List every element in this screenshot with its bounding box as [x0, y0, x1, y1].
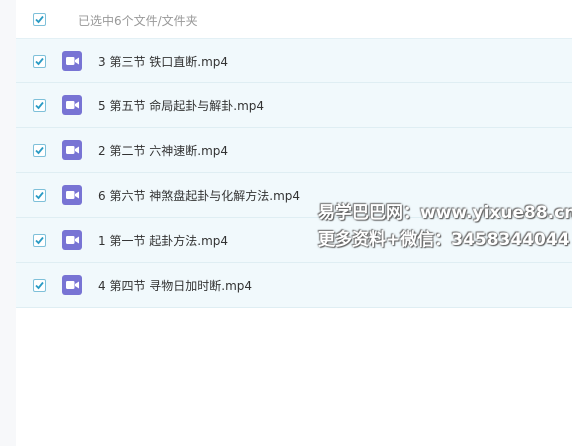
check-icon [35, 236, 44, 245]
file-row[interactable]: 4 第四节 寻物日加时断.mp4 [16, 263, 572, 308]
check-icon [35, 57, 44, 66]
check-icon [35, 15, 44, 24]
file-checkbox[interactable] [33, 99, 46, 112]
file-checkbox[interactable] [33, 144, 46, 157]
file-name[interactable]: 3 第三节 铁口直断.mp4 [98, 53, 228, 70]
video-icon [62, 140, 82, 160]
check-icon [35, 146, 44, 155]
watermark: 易学巴巴网：www.yixue88.cn 更多资料+微信：3458344044 [318, 200, 572, 254]
selection-header: 已选中6个文件/文件夹 [16, 0, 572, 38]
file-name[interactable]: 5 第五节 命局起卦与解卦.mp4 [98, 97, 264, 114]
file-list: 3 第三节 铁口直断.mp4 5 第五节 命局起卦与解卦.mp4 2 第二节 六… [16, 38, 572, 308]
check-icon [35, 191, 44, 200]
video-icon [62, 275, 82, 295]
watermark-line-contact: 更多资料+微信：3458344044 [318, 230, 570, 250]
selection-count-label: 已选中6个文件/文件夹 [78, 14, 198, 28]
video-icon [62, 95, 82, 115]
check-icon [35, 101, 44, 110]
video-icon [62, 230, 82, 250]
video-icon [62, 185, 82, 205]
file-name[interactable]: 6 第六节 神煞盘起卦与化解方法.mp4 [98, 187, 300, 204]
file-name[interactable]: 1 第一节 起卦方法.mp4 [98, 232, 228, 249]
file-row[interactable]: 3 第三节 铁口直断.mp4 [16, 38, 572, 83]
file-checkbox[interactable] [33, 279, 46, 292]
file-checkbox[interactable] [33, 55, 46, 68]
check-icon [35, 281, 44, 290]
file-checkbox[interactable] [33, 234, 46, 247]
file-row[interactable]: 5 第五节 命局起卦与解卦.mp4 [16, 83, 572, 128]
left-gutter [0, 0, 16, 446]
file-name[interactable]: 4 第四节 寻物日加时断.mp4 [98, 277, 252, 294]
video-icon [62, 51, 82, 71]
file-row[interactable]: 2 第二节 六神速断.mp4 [16, 128, 572, 173]
watermark-line-site: 易学巴巴网：www.yixue88.cn [318, 203, 572, 223]
file-checkbox[interactable] [33, 189, 46, 202]
file-name[interactable]: 2 第二节 六神速断.mp4 [98, 142, 228, 159]
select-all-checkbox[interactable] [33, 13, 46, 26]
